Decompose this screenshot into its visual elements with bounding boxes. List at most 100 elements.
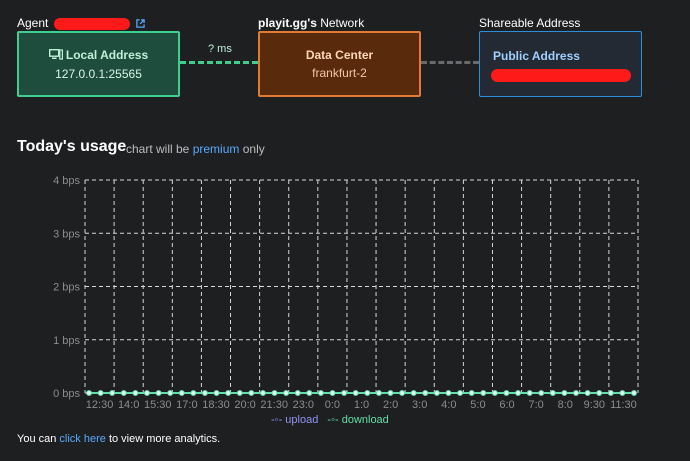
y-tick-label: 3 bps xyxy=(53,228,80,240)
data-point-download xyxy=(538,390,545,396)
network-header: playit.gg's Network xyxy=(258,16,364,30)
x-tick-label: 9:30 xyxy=(584,399,605,410)
data-point-download xyxy=(352,390,359,396)
data-point-download xyxy=(584,390,591,396)
x-tick-label: 7:0 xyxy=(528,399,543,410)
data-point-download xyxy=(433,390,440,396)
data-point-download xyxy=(294,390,301,396)
redacted-agent-name xyxy=(53,17,130,30)
data-point-download xyxy=(225,390,232,396)
legend-upload-label: upload xyxy=(285,414,319,426)
agent-to-network-link xyxy=(180,61,258,64)
legend-download-label: download xyxy=(341,414,389,426)
data-point-download xyxy=(410,390,417,396)
data-point-download xyxy=(260,390,266,396)
x-tick-label: 5:0 xyxy=(470,399,485,410)
usage-note: chart will be premium only xyxy=(126,142,265,156)
x-tick-label: 15:30 xyxy=(144,399,172,410)
redacted-public-address xyxy=(491,69,631,82)
data-point-download xyxy=(144,390,150,396)
data-point-download xyxy=(155,390,162,396)
x-tick-label: 3:0 xyxy=(412,399,427,410)
agent-header: Agent xyxy=(17,16,145,31)
data-point-download xyxy=(549,390,556,396)
data-point-download xyxy=(526,390,533,396)
data-point-download xyxy=(480,390,487,396)
agent-label: Agent xyxy=(17,16,49,30)
data-point-download xyxy=(318,390,324,396)
footer-suffix: to view more analytics. xyxy=(108,433,221,445)
footer-text: You can click here to view more analytic… xyxy=(17,433,220,445)
data-point-download xyxy=(271,390,278,396)
network-title-bold: playit.gg's xyxy=(258,16,317,30)
public-address-box: Public Address xyxy=(479,31,642,97)
y-tick-label: 4 bps xyxy=(53,175,80,187)
data-point-download xyxy=(132,390,139,396)
data-point-download xyxy=(178,390,185,396)
x-tick-label: 0:0 xyxy=(325,399,340,410)
local-address-title: Local Address xyxy=(48,47,149,63)
footer-prefix: You can xyxy=(17,433,57,445)
x-tick-label: 1:0 xyxy=(354,399,369,410)
data-point-download xyxy=(468,390,475,396)
data-point-download xyxy=(329,390,336,396)
data-point-download xyxy=(306,390,313,396)
upload-line-icon: -◦- xyxy=(271,414,283,426)
data-point-download xyxy=(445,390,452,396)
data-point-download xyxy=(399,390,405,396)
x-tick-label: 17:0 xyxy=(176,399,197,410)
local-address-label: Local Address xyxy=(65,47,149,62)
x-tick-label: 11:30 xyxy=(610,399,637,410)
data-point-download xyxy=(375,390,382,396)
legend-upload[interactable]: -◦- upload xyxy=(271,414,321,426)
download-line-icon: -◦- xyxy=(327,414,339,426)
data-point-download xyxy=(86,390,92,396)
data-point-download xyxy=(283,390,290,396)
legend-download[interactable]: -◦- download xyxy=(327,414,388,426)
data-center-value: frankfurt-2 xyxy=(312,66,367,80)
data-point-download xyxy=(561,390,568,396)
data-point-download xyxy=(607,390,614,396)
chart-legend: -◦- upload -◦- download xyxy=(271,414,389,426)
usage-note-prefix: chart will be xyxy=(126,142,190,156)
x-tick-label: 6:0 xyxy=(499,399,514,410)
public-address-title: Public Address xyxy=(493,49,580,63)
data-point-download xyxy=(503,390,510,396)
data-point-download xyxy=(202,390,208,396)
premium-link[interactable]: premium xyxy=(193,142,240,156)
x-tick-label: 18:30 xyxy=(202,399,230,410)
x-tick-label: 14:0 xyxy=(118,399,139,410)
usage-title: Today's usage xyxy=(17,138,127,155)
monitor-icon xyxy=(48,48,63,63)
local-address-box: Local Address 127.0.0.1:25565 xyxy=(17,31,180,97)
y-tick-label: 0 bps xyxy=(53,388,80,400)
data-point-download xyxy=(573,390,579,396)
data-center-title: Data Center xyxy=(305,48,374,62)
data-point-download xyxy=(491,390,498,396)
latency-label: ? ms xyxy=(208,43,232,55)
y-tick-label: 2 bps xyxy=(53,282,80,294)
analytics-link[interactable]: click here xyxy=(59,433,105,445)
x-tick-label: 8:0 xyxy=(558,399,573,410)
data-point-download xyxy=(422,390,429,396)
data-point-download xyxy=(213,390,220,396)
x-tick-label: 20:0 xyxy=(234,399,255,410)
network-title-rest: Network xyxy=(320,16,365,30)
data-point-download xyxy=(167,390,174,396)
y-tick-label: 1 bps xyxy=(53,335,80,347)
data-point-download xyxy=(248,390,255,396)
external-link-icon[interactable] xyxy=(136,17,145,31)
data-point-download xyxy=(97,390,104,396)
x-tick-label: 2:0 xyxy=(383,399,398,410)
x-tick-label: 4:0 xyxy=(441,399,456,410)
data-point-download xyxy=(109,390,116,396)
data-point-download xyxy=(364,390,371,396)
x-tick-label: 23:0 xyxy=(293,399,314,410)
usage-note-suffix: only xyxy=(242,142,265,156)
usage-chart: 0 bps 1 bps 2 bps 3 bps 4 bps 12:30 14:0 15:30 1… xyxy=(53,175,639,410)
data-point-download xyxy=(120,390,127,396)
data-point-download xyxy=(387,390,394,396)
local-address-value: 127.0.0.1:25565 xyxy=(55,66,142,81)
data-point-download xyxy=(236,390,243,396)
data-point-download xyxy=(631,390,637,396)
